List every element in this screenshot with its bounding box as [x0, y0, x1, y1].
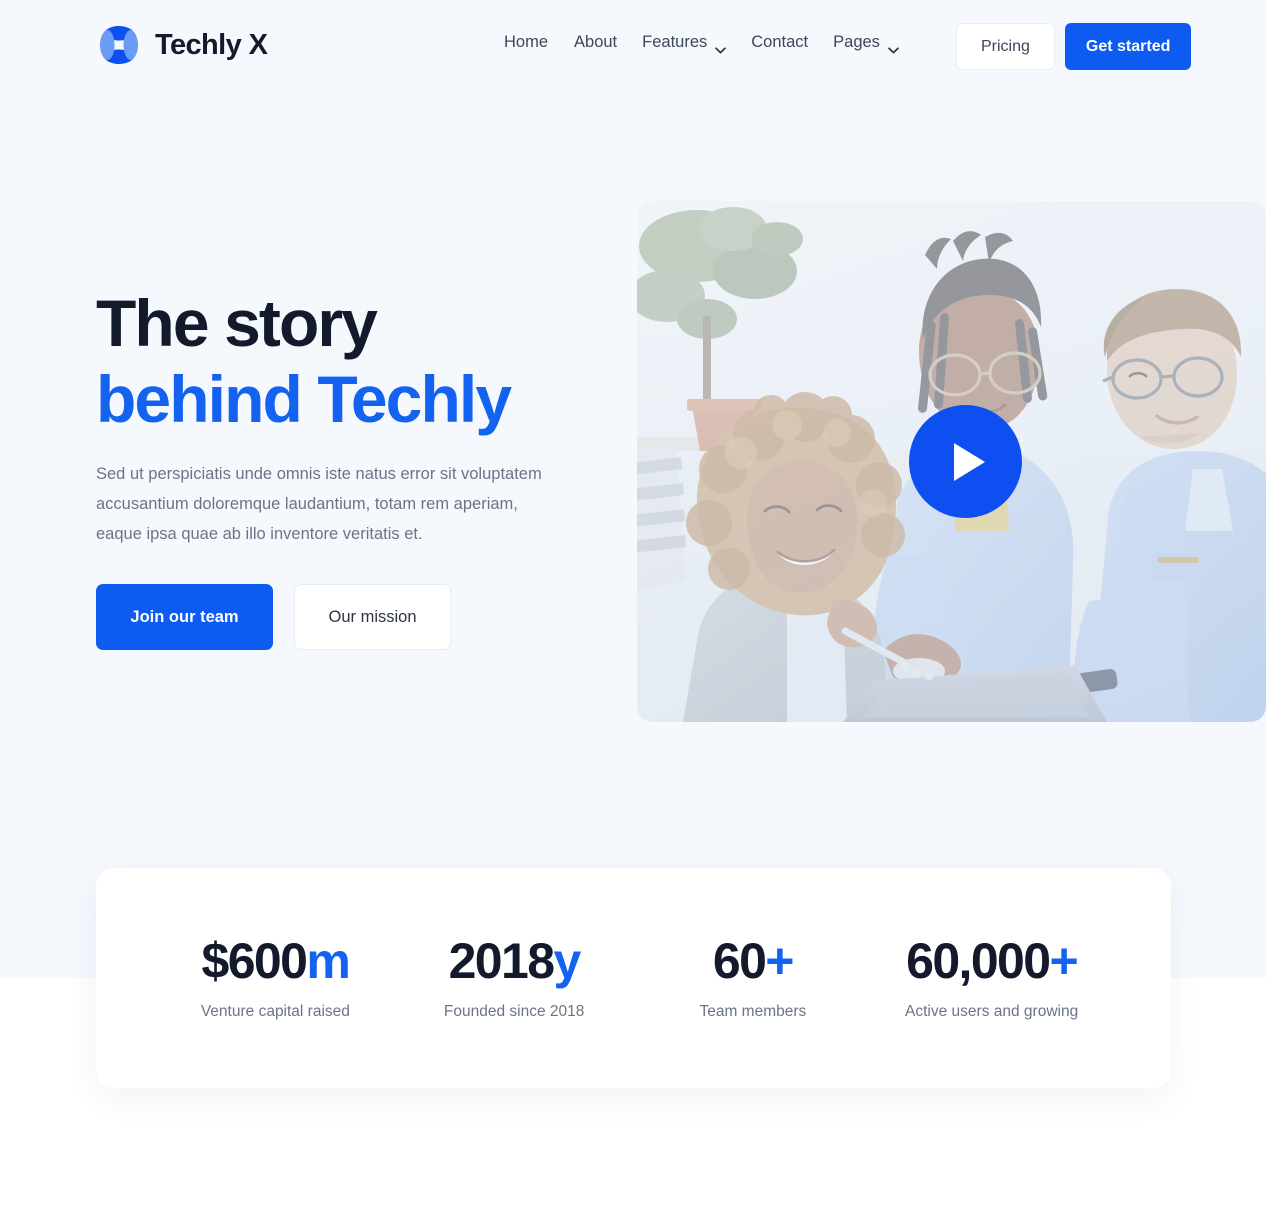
stat-suffix: m — [306, 932, 350, 989]
stat-active-users: 60,000+ Active users and growing — [872, 936, 1111, 1021]
join-our-team-button[interactable]: Join our team — [96, 584, 273, 650]
stat-value: 2018y — [395, 936, 634, 986]
play-triangle-icon — [953, 442, 985, 481]
stat-label: Founded since 2018 — [443, 1002, 585, 1020]
stat-label: Venture capital raised — [200, 1002, 350, 1020]
nav-item-features-label: Features — [642, 33, 708, 51]
stat-number: 2018 — [448, 932, 555, 989]
main-navigation: Home About Features Contact Pages — [504, 33, 924, 54]
stat-number: 60 — [712, 932, 767, 989]
nav-item-about-label: About — [574, 33, 618, 51]
nav-item-about[interactable]: About — [574, 33, 642, 52]
chevron-down-icon — [888, 40, 899, 54]
our-mission-button[interactable]: Our mission — [294, 584, 451, 650]
stat-value: 60+ — [634, 936, 873, 986]
nav-item-contact-label: Contact — [751, 33, 809, 51]
nav-item-features[interactable]: Features — [642, 33, 751, 54]
hero-copy: The story behind Techly Sed ut perspicia… — [96, 285, 616, 650]
hero-title-line-2: behind Techly — [96, 362, 512, 436]
stat-value: 60,000+ — [872, 936, 1111, 986]
stats-row: $600m Venture capital raised 2018y Found… — [96, 936, 1171, 1021]
chevron-down-icon — [715, 40, 727, 54]
page-title: The story behind Techly — [96, 285, 616, 437]
nav-item-contact[interactable]: Contact — [751, 33, 833, 52]
hero-paragraph: Sed ut perspiciatis unde omnis iste natu… — [96, 465, 542, 543]
stat-label: Team members — [699, 1002, 807, 1020]
nav-item-home[interactable]: Home — [504, 33, 574, 52]
stat-founded: 2018y Founded since 2018 — [395, 936, 634, 1021]
hero-cta-group: Join our team Our mission — [96, 584, 616, 650]
stat-label: Active users and growing — [905, 1002, 1079, 1020]
stat-suffix: y — [553, 932, 581, 989]
stat-venture-capital: $600m Venture capital raised — [156, 936, 395, 1021]
stat-number: 60,000 — [906, 932, 1051, 989]
stat-suffix: + — [765, 932, 794, 989]
play-video-button[interactable] — [909, 405, 1022, 518]
stats-card: $600m Venture capital raised 2018y Found… — [96, 868, 1171, 1088]
site-header: Techly X Home About Features Contact Pag… — [0, 0, 1266, 93]
stat-number: $600 — [201, 932, 308, 989]
brand-name: Techly X — [155, 28, 268, 61]
header-actions: Pricing Get started — [956, 23, 1192, 70]
nav-item-pages[interactable]: Pages — [833, 33, 924, 54]
hero-title-line-1: The story — [96, 286, 378, 360]
nav-item-home-label: Home — [504, 33, 549, 51]
stat-value: $600m — [156, 936, 395, 986]
techly-petal-logo-icon — [96, 22, 142, 68]
pricing-button[interactable]: Pricing — [956, 23, 1055, 70]
get-started-button[interactable]: Get started — [1064, 23, 1192, 70]
stat-team-members: 60+ Team members — [634, 936, 873, 1021]
hero-video-thumbnail[interactable] — [637, 201, 1266, 722]
stat-suffix: + — [1049, 932, 1078, 989]
brand-logo-link[interactable]: Techly X — [96, 22, 268, 68]
hero-section: The story behind Techly Sed ut perspicia… — [0, 0, 1266, 860]
nav-item-pages-label: Pages — [833, 33, 880, 51]
